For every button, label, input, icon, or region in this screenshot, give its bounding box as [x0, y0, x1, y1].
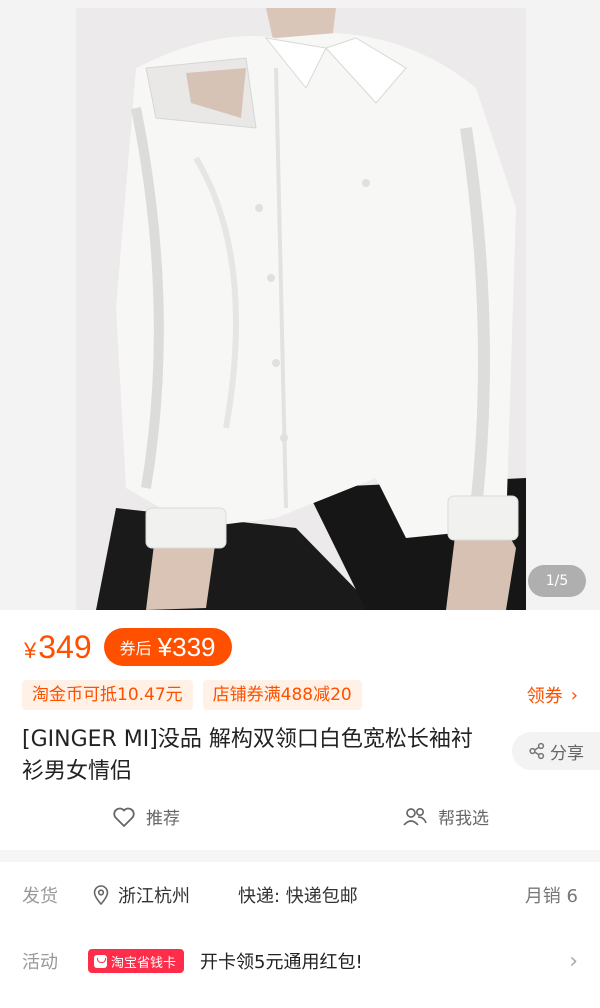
price-row: ¥349 券后 ¥339: [24, 626, 232, 668]
action-row: 推荐 帮我选: [0, 800, 600, 836]
bag-icon: [94, 954, 107, 968]
current-price: ¥349: [24, 629, 92, 666]
recommend-button[interactable]: 推荐: [112, 804, 180, 829]
product-photo[interactable]: [76, 8, 526, 610]
heart-icon: [113, 807, 135, 827]
savings-card-badge: 淘宝省钱卡: [88, 949, 185, 973]
monthly-sales: 月销 6: [524, 886, 578, 907]
price-amount: 349: [38, 628, 92, 665]
people-icon: [403, 807, 427, 826]
promotion-row: 淘金币可抵10.47元 店铺券满488减20: [22, 680, 372, 710]
share-label: 分享: [550, 743, 584, 764]
share-button[interactable]: 分享: [512, 732, 600, 770]
after-coupon-price-badge: 券后 ¥339: [103, 628, 232, 666]
get-coupon-link[interactable]: 领券 ›: [527, 682, 578, 708]
share-icon: [529, 742, 545, 760]
shirt-image: [76, 8, 526, 610]
activity-text: 开卡领5元通用红包!: [200, 952, 363, 973]
location-pin-icon: [93, 885, 109, 905]
activity-row[interactable]: 活动 淘宝省钱卡 开卡领5元通用红包! ›: [0, 936, 600, 986]
help-choose-button[interactable]: 帮我选: [402, 804, 489, 829]
activity-label: 活动: [22, 952, 58, 973]
shipping-row[interactable]: 发货 浙江杭州 快递: 快递包邮 月销 6: [0, 870, 600, 920]
promo-tag-store-coupon: 店铺券满488减20: [202, 680, 362, 710]
product-gallery[interactable]: 1/5: [0, 0, 600, 610]
after-coupon-amount: ¥339: [157, 631, 216, 662]
help-choose-label: 帮我选: [438, 809, 489, 829]
after-coupon-label: 券后: [119, 639, 152, 658]
get-coupon-label: 领券: [526, 686, 563, 707]
currency-symbol: ¥: [24, 637, 37, 663]
express-info: 快递: 快递包邮: [238, 886, 358, 907]
shipping-location: 浙江杭州: [92, 882, 190, 908]
product-info-card: ¥349 券后 ¥339 淘金币可抵10.47元 店铺券满488减20 领券 ›…: [0, 610, 600, 850]
shipping-label: 发货: [22, 886, 58, 907]
product-title: [GINGER MI]没品 解构双领口白色宽松长袖衬衫男女情侣: [22, 727, 473, 784]
chevron-right-icon: ›: [570, 684, 578, 706]
image-counter: 1/5: [528, 565, 586, 597]
recommend-label: 推荐: [146, 809, 180, 829]
promo-tag-coins: 淘金币可抵10.47元: [22, 680, 193, 710]
chevron-right-icon: ›: [569, 948, 578, 974]
section-divider: [0, 850, 600, 862]
